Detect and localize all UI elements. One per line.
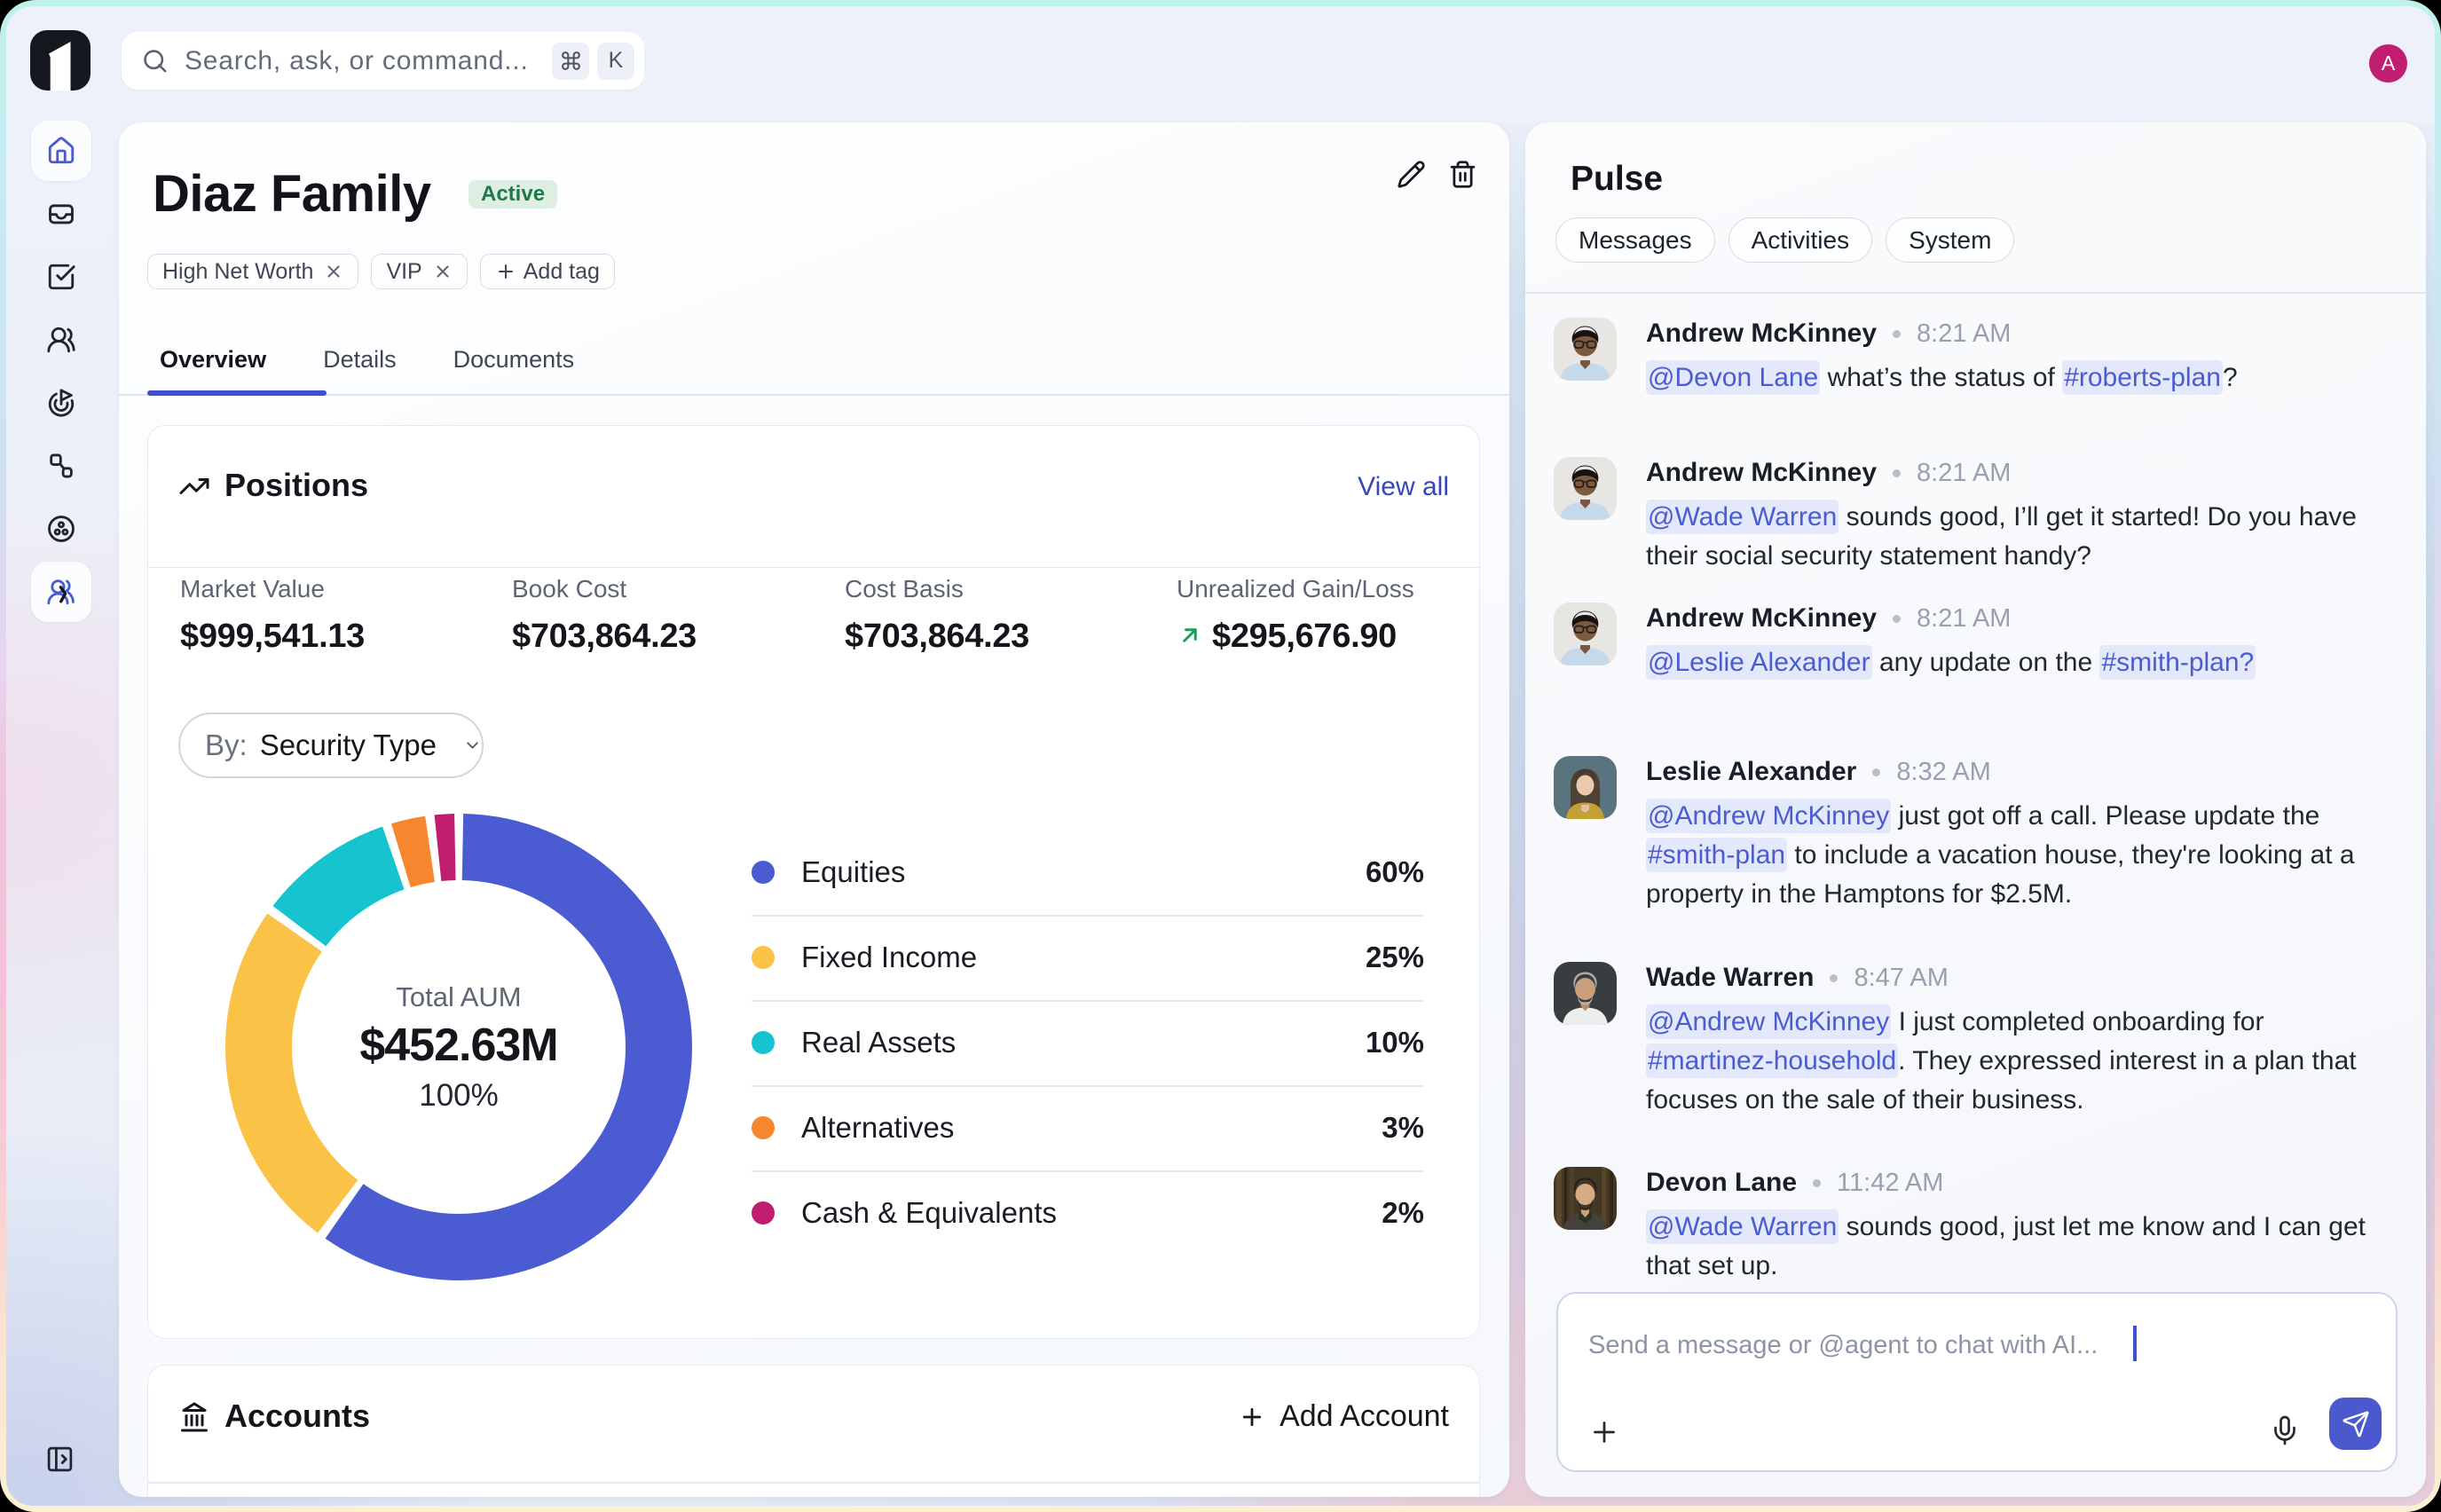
svg-text:$452.63M: $452.63M: [359, 1020, 557, 1071]
svg-text:Total AUM: Total AUM: [396, 981, 521, 1012]
svg-text:100%: 100%: [419, 1078, 499, 1113]
